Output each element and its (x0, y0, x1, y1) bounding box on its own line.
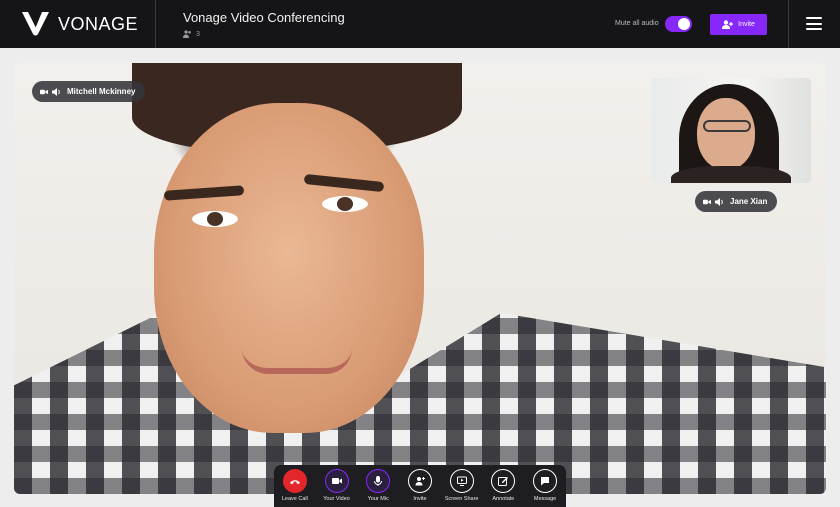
video-camera-icon (40, 89, 48, 94)
participant-count-value: 3 (196, 30, 200, 38)
phone-hangup-icon (289, 480, 300, 485)
meeting-title: Vonage Video Conferencing (183, 10, 345, 25)
brand-name: VONAGE (58, 13, 139, 34)
your-video-circle (324, 469, 349, 493)
your-video-label: Your Video (323, 496, 350, 502)
brand-logo: VONAGE (0, 0, 156, 48)
leave-call-circle (282, 469, 307, 493)
leave-call-button[interactable]: Leave Call (275, 469, 315, 502)
message-label: Message (533, 496, 557, 502)
microphone-icon (374, 476, 383, 486)
your-mic-label: Your Mic (367, 496, 389, 502)
screen-share-icon (456, 476, 467, 486)
mute-all-toggle[interactable] (665, 16, 692, 32)
pip-video-body (671, 166, 791, 183)
invite-control-button[interactable]: Invite (400, 469, 440, 502)
annotate-circle (491, 469, 516, 493)
vonage-logo-icon (22, 12, 49, 36)
pip-video-face (697, 98, 755, 170)
your-video-button[interactable]: Your Video (317, 469, 357, 502)
invite-control-label: Invite (413, 496, 427, 502)
add-user-icon (722, 20, 734, 29)
your-mic-circle (366, 469, 391, 493)
invite-button-label: Invite (738, 21, 755, 28)
annotate-icon (498, 477, 509, 486)
pip-video[interactable] (651, 78, 811, 183)
hamburger-menu-icon[interactable] (806, 17, 822, 30)
invite-control-circle (407, 469, 432, 493)
top-bar: VONAGE Vonage Video Conferencing 3 Mute … (0, 0, 840, 48)
add-user-icon (415, 477, 425, 486)
annotate-button[interactable]: Annotate (483, 469, 523, 502)
pip-participant-name: Jane Xian (730, 197, 768, 206)
your-mic-button[interactable]: Your Mic (358, 469, 398, 502)
call-controls-bar: Leave Call Your Video Your Mic Invite Sc… (274, 465, 566, 507)
screen-share-circle (449, 469, 474, 493)
speaker-icon (715, 197, 723, 206)
main-video-stage: Mitchell Mckinney Jane Xian (14, 63, 826, 494)
video-camera-icon (703, 199, 711, 204)
menu-divider (788, 0, 789, 48)
message-circle (533, 469, 558, 493)
message-button[interactable]: Message (525, 469, 565, 502)
leave-call-label: Leave Call (281, 496, 308, 502)
main-video-mouth (242, 348, 352, 374)
annotate-label: Annotate (492, 496, 515, 502)
screen-share-button[interactable]: Screen Share (442, 469, 482, 502)
participant-count: 3 (183, 30, 345, 38)
meeting-info: Vonage Video Conferencing 3 (183, 10, 345, 38)
pip-participant-tag: Jane Xian (695, 191, 778, 212)
toggle-knob (678, 18, 690, 30)
mute-all-label: Mute all audio (615, 20, 659, 27)
main-participant-tag: Mitchell Mckinney (32, 81, 146, 102)
main-video-eye-left (192, 211, 238, 227)
main-video-face (154, 103, 424, 433)
main-video-eye-right (322, 196, 368, 212)
screen-share-label: Screen Share (444, 496, 479, 502)
message-icon (541, 477, 550, 486)
main-participant-name: Mitchell Mckinney (67, 87, 136, 96)
speaker-icon (52, 87, 60, 96)
pip-video-glasses (703, 120, 751, 132)
invite-button[interactable]: Invite (710, 14, 767, 35)
video-camera-icon (331, 478, 342, 484)
participants-icon (183, 30, 191, 38)
